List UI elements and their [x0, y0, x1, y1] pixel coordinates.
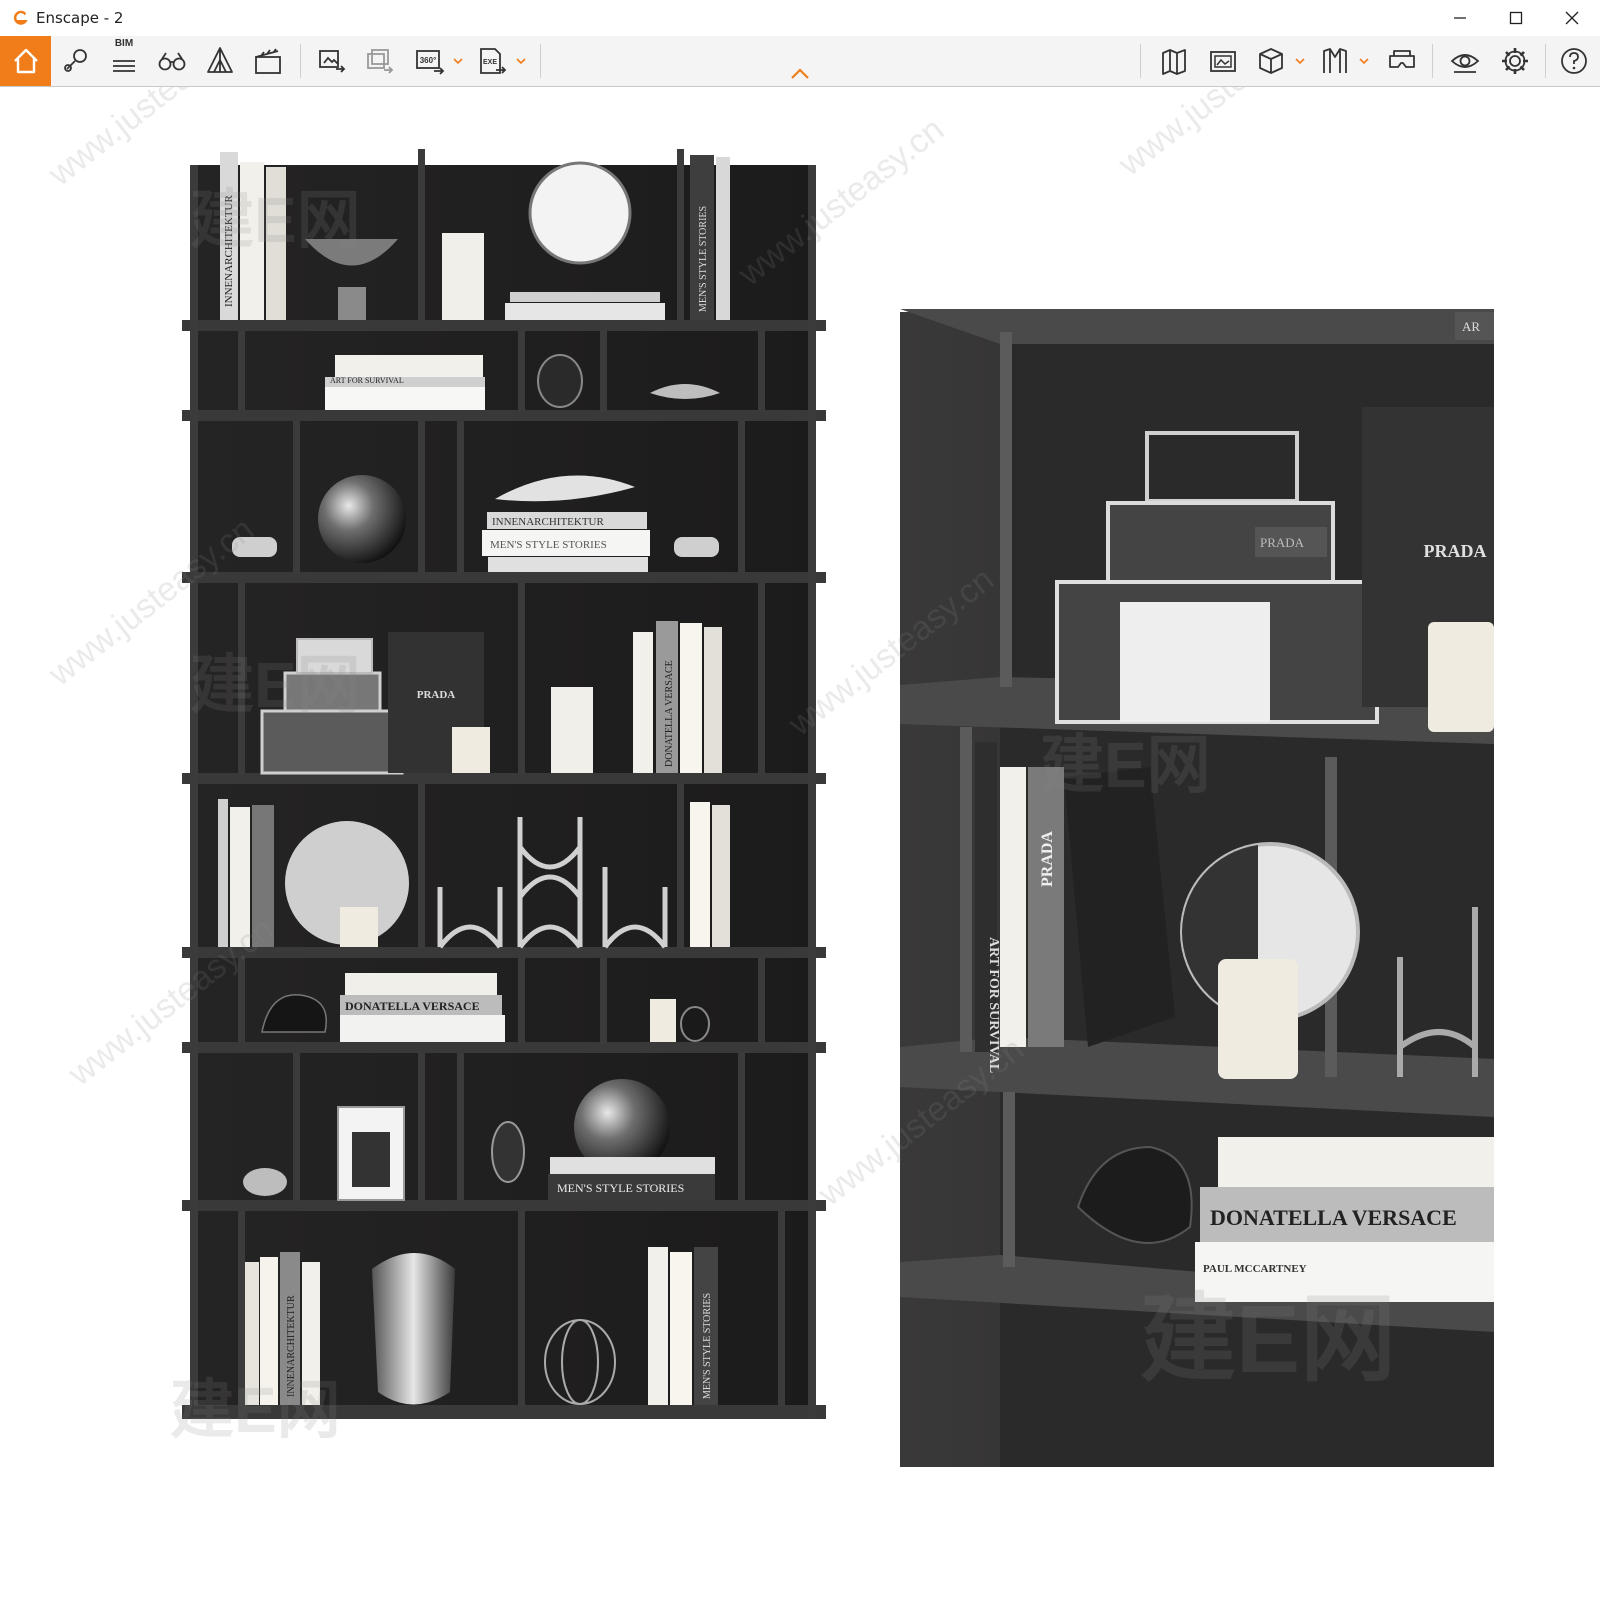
panorama-label: 360° [420, 56, 437, 65]
toolbar-separator [1545, 44, 1546, 78]
toolbar-separator [1432, 44, 1433, 78]
screenshot-export-icon [319, 50, 346, 73]
panorama-button[interactable]: 360° [410, 41, 450, 81]
map-button[interactable] [1155, 41, 1195, 81]
maximize-icon [1509, 11, 1523, 25]
help-icon [1561, 48, 1587, 74]
material-editor-icon [1323, 48, 1347, 73]
vr-headset-icon [1389, 50, 1415, 68]
asset-button[interactable] [1251, 41, 1291, 81]
watermark-brand: 建E网 [190, 184, 361, 256]
close-button[interactable] [1544, 0, 1600, 36]
chevron-down-icon [1295, 58, 1305, 65]
watermark-brand: 建E网 [1040, 729, 1211, 801]
book-spine: DONATELLA VERSACE [664, 660, 675, 767]
clapperboard-icon [255, 48, 281, 74]
watermark-brand: 建E网 [170, 1374, 341, 1446]
cube-icon [1259, 48, 1283, 74]
window-title: Enscape - 2 [36, 9, 124, 27]
chevron-up-icon [791, 68, 809, 79]
book-spine: AR [1462, 319, 1480, 334]
settings-button[interactable] [1495, 41, 1535, 81]
book-title: PRADA [417, 689, 456, 701]
home-icon [13, 48, 38, 74]
map-pin-icon [1162, 49, 1186, 75]
book-title: PRADA [1260, 535, 1305, 550]
home-button[interactable] [0, 36, 51, 86]
panorama-360-icon: 360° [416, 50, 445, 75]
live-view-button[interactable] [1445, 41, 1485, 81]
collapse-toolbar-button[interactable] [788, 66, 812, 82]
book-spine: PRADA [1039, 831, 1056, 887]
views-button[interactable] [56, 41, 96, 81]
gear-icon [1502, 48, 1528, 74]
minimize-button[interactable] [1432, 0, 1488, 36]
title-bar: Enscape - 2 [0, 0, 1600, 36]
screenshot-gallery-button[interactable] [1203, 41, 1243, 81]
vr-headset-button[interactable] [1382, 41, 1422, 81]
visual-settings-button[interactable] [152, 41, 192, 81]
panorama-dropdown[interactable] [452, 53, 464, 69]
book-spine: DONATELLA VERSACE [1210, 1205, 1457, 1230]
watermark-text: www.justeasy.cn [1111, 87, 1331, 184]
asset-dropdown[interactable] [1294, 53, 1306, 69]
book-spine: MEN'S STYLE STORIES [557, 1181, 684, 1195]
minimize-icon [1454, 17, 1466, 19]
toolbar-separator [300, 44, 301, 78]
bim-button[interactable]: BIM [104, 38, 144, 81]
chevron-down-icon [1359, 58, 1369, 65]
main-toolbar: BIM 360° EXE [0, 36, 1600, 87]
toolbar-separator [540, 44, 541, 78]
book-spine: DONATELLA VERSACE [345, 999, 480, 1013]
bookshelf-render: INNENARCHITEKTUR MEN'S STYLE STORIES ART… [41, 87, 1494, 1467]
batch-export-icon [367, 49, 394, 74]
material-editor-button[interactable] [1315, 41, 1355, 81]
chevron-down-icon [516, 58, 526, 65]
book-title: PRADA [1424, 541, 1487, 561]
left-bookshelf: INNENARCHITEKTUR MEN'S STYLE STORIES ART… [182, 149, 826, 1419]
cube-tent-icon [207, 47, 233, 73]
chevron-down-icon [453, 58, 463, 65]
screenshot-button[interactable] [312, 41, 352, 81]
eye-icon [1450, 54, 1480, 73]
window-controls [1432, 0, 1600, 36]
book-spine: MEN'S STYLE STORIES [702, 1293, 713, 1399]
video-editor-button[interactable] [248, 41, 288, 81]
bim-label: BIM [114, 38, 134, 49]
book-spine: PAUL MCCARTNEY [1203, 1263, 1307, 1275]
help-button[interactable] [1554, 41, 1594, 81]
watermark-brand: 建E网 [190, 649, 361, 721]
location-pin-icon [64, 49, 87, 72]
maximize-button[interactable] [1488, 0, 1544, 36]
toolbar-separator [1140, 44, 1141, 78]
asset-library-button[interactable] [200, 41, 240, 81]
book-spine: MEN'S STYLE STORIES [490, 539, 607, 551]
binoculars-icon [158, 52, 186, 71]
bim-list-icon [113, 60, 135, 72]
export-button[interactable]: EXE [472, 41, 512, 81]
book-spine: ART FOR SURVIVAL [330, 376, 404, 385]
render-viewport[interactable]: INNENARCHITEKTUR MEN'S STYLE STORIES ART… [0, 87, 1600, 1600]
book-spine: MEN'S STYLE STORIES [698, 206, 709, 312]
close-icon [1565, 11, 1579, 25]
enscape-logo-icon [12, 9, 30, 27]
export-dropdown[interactable] [515, 53, 527, 69]
book-spine: INNENARCHITEKTUR [492, 516, 604, 528]
export-exe-icon: EXE [480, 48, 507, 74]
watermark-brand: 建E网 [1140, 1286, 1396, 1393]
export-label: EXE [483, 59, 497, 66]
material-dropdown[interactable] [1358, 53, 1370, 69]
gallery-icon [1210, 51, 1236, 72]
batch-render-button[interactable] [360, 41, 400, 81]
